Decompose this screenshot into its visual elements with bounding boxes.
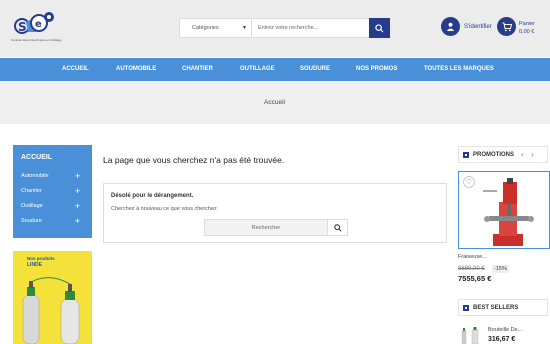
search-icon [375, 23, 384, 33]
page-search-button[interactable] [327, 219, 348, 236]
breadcrumb: Accueil [0, 81, 550, 124]
promo-product-card[interactable]: ♡ [458, 171, 550, 249]
error-text: Cherchez à nouveau ce que vous cherchez [111, 206, 217, 212]
error-panel: Désolé pour le dérangement. Cherchez à n… [103, 183, 447, 243]
sidebar-item-soudure[interactable]: Soudure [21, 218, 42, 224]
best-seller-price: 316,67 € [488, 336, 516, 343]
sidebar-item-outillage[interactable]: Outillage [21, 203, 43, 209]
sidebar-item-chantier[interactable]: Chantier [21, 188, 42, 194]
promotions-header: PROMOTIONS ‹ › [458, 146, 548, 163]
page-search [204, 219, 348, 236]
error-title: Désolé pour le dérangement. [111, 193, 194, 199]
user-icon [446, 22, 455, 31]
nav-item-chantier[interactable]: CHANTIER [182, 66, 213, 72]
search-input[interactable] [254, 19, 368, 37]
search-button[interactable] [369, 18, 390, 38]
promotions-title: PROMOTIONS [473, 152, 515, 158]
cart-button[interactable] [497, 17, 516, 36]
expand-plus-icon[interactable]: + [75, 217, 80, 226]
nav-item-toutes-les-marques[interactable]: TOUTES LES MARQUES [424, 66, 494, 72]
discount-badge: -15% [492, 265, 509, 273]
best-sellers-header: BEST SELLERS [458, 299, 548, 316]
linde-promo-banner[interactable]: Nos produits LINDE [13, 251, 92, 344]
gas-bottles-image [22, 277, 80, 344]
expand-plus-icon[interactable]: + [75, 187, 80, 196]
chevron-down-icon: ▼ [242, 25, 247, 31]
chevron-left-icon[interactable]: ‹ [521, 150, 524, 159]
expand-plus-icon[interactable]: + [75, 202, 80, 211]
cart-label: Panier [519, 21, 535, 27]
nav-item-automobile[interactable]: AUTOMOBILE [116, 66, 156, 72]
sidebar-item-automobile[interactable]: Automobile [21, 173, 49, 179]
promo-old-price: 8889,00 € [458, 266, 485, 272]
category-select[interactable]: Catégories ▼ [180, 19, 252, 37]
promo-product-name[interactable]: Fraiseuse... [458, 254, 487, 260]
nav-item-outillage[interactable]: OUTILLAGE [240, 66, 275, 72]
search-icon [333, 223, 342, 232]
main-nav: ACCUEIL AUTOMOBILE CHANTIER OUTILLAGE SO… [0, 58, 550, 81]
category-sidebar: ACCUEIL Automobile + Chantier + Outillag… [13, 145, 92, 238]
sidebar-title[interactable]: ACCUEIL [21, 154, 52, 161]
promo-price: 7555,65 € [458, 274, 492, 283]
nav-item-accueil[interactable]: ACCUEIL [62, 66, 89, 72]
bullet-icon [463, 305, 469, 311]
logo-caption: Centrale Electrotechnique et Outillage [11, 38, 62, 42]
best-seller-name[interactable]: Bouteille De... [488, 327, 522, 333]
svg-text:S: S [18, 20, 27, 34]
category-select-label: Catégories [192, 25, 219, 31]
cart-icon [502, 22, 512, 31]
header: S e Centrale Electrotechnique et Outilla… [0, 0, 550, 57]
milling-machine-image [483, 178, 534, 246]
header-search: Catégories ▼ [179, 18, 390, 38]
page-search-input[interactable] [205, 220, 327, 235]
page-title: La page que vous cherchez n'a pas été tr… [103, 155, 285, 165]
gas-bottle-thumbnail[interactable] [458, 325, 484, 344]
expand-plus-icon[interactable]: + [75, 172, 80, 181]
cart-summary[interactable]: Panier 0,00 € [519, 20, 535, 36]
bullet-icon [463, 152, 469, 158]
account-button[interactable] [441, 17, 460, 36]
svg-text:e: e [35, 19, 42, 30]
breadcrumb-current[interactable]: Accueil [264, 99, 285, 106]
best-sellers-title: BEST SELLERS [473, 305, 519, 311]
nav-item-soudure[interactable]: SOUDURE [300, 66, 330, 72]
login-link[interactable]: S'identifier [464, 24, 492, 30]
nav-item-nos-promos[interactable]: NOS PROMOS [356, 66, 397, 72]
cart-total: 0,00 € [519, 29, 535, 35]
chevron-right-icon[interactable]: › [531, 150, 534, 159]
